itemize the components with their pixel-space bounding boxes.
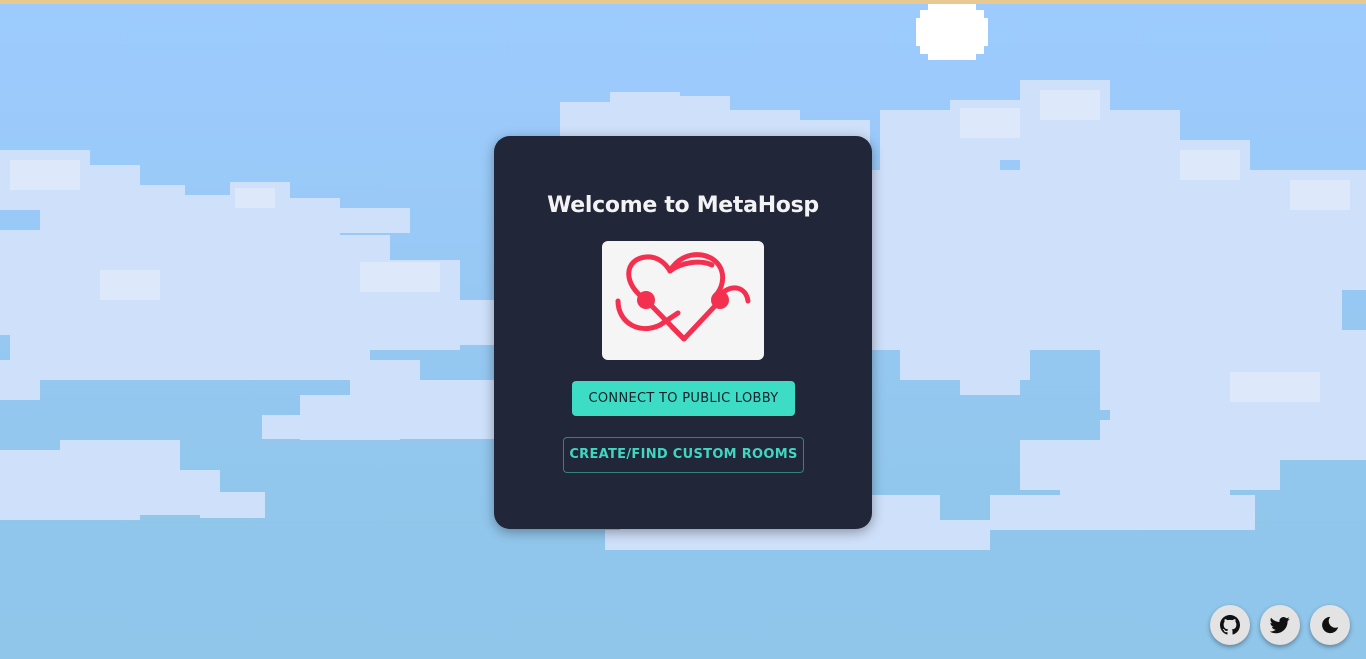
- twitter-icon: [1270, 616, 1290, 634]
- heart-stethoscope-logo-icon: [615, 252, 751, 342]
- twitter-button[interactable]: [1260, 605, 1300, 645]
- connect-public-lobby-button[interactable]: CONNECT TO PUBLIC LOBBY: [572, 381, 795, 416]
- create-find-custom-rooms-button[interactable]: CREATE/FIND CUSTOM ROOMS: [563, 437, 804, 473]
- github-button[interactable]: [1210, 605, 1250, 645]
- moon-icon: [1322, 616, 1339, 634]
- sun: [916, 4, 988, 60]
- github-icon: [1220, 615, 1240, 635]
- cloud-right: [870, 80, 1366, 460]
- dark-mode-button[interactable]: [1310, 605, 1350, 645]
- cloud-lower-right: [990, 420, 1366, 530]
- login-screen: Welcome to MetaHosp CONNECT TO PUBLIC LO…: [0, 0, 1366, 659]
- welcome-title: Welcome to MetaHosp: [547, 193, 819, 218]
- cloud-lower-left: [0, 440, 265, 520]
- logo-card: [602, 241, 764, 360]
